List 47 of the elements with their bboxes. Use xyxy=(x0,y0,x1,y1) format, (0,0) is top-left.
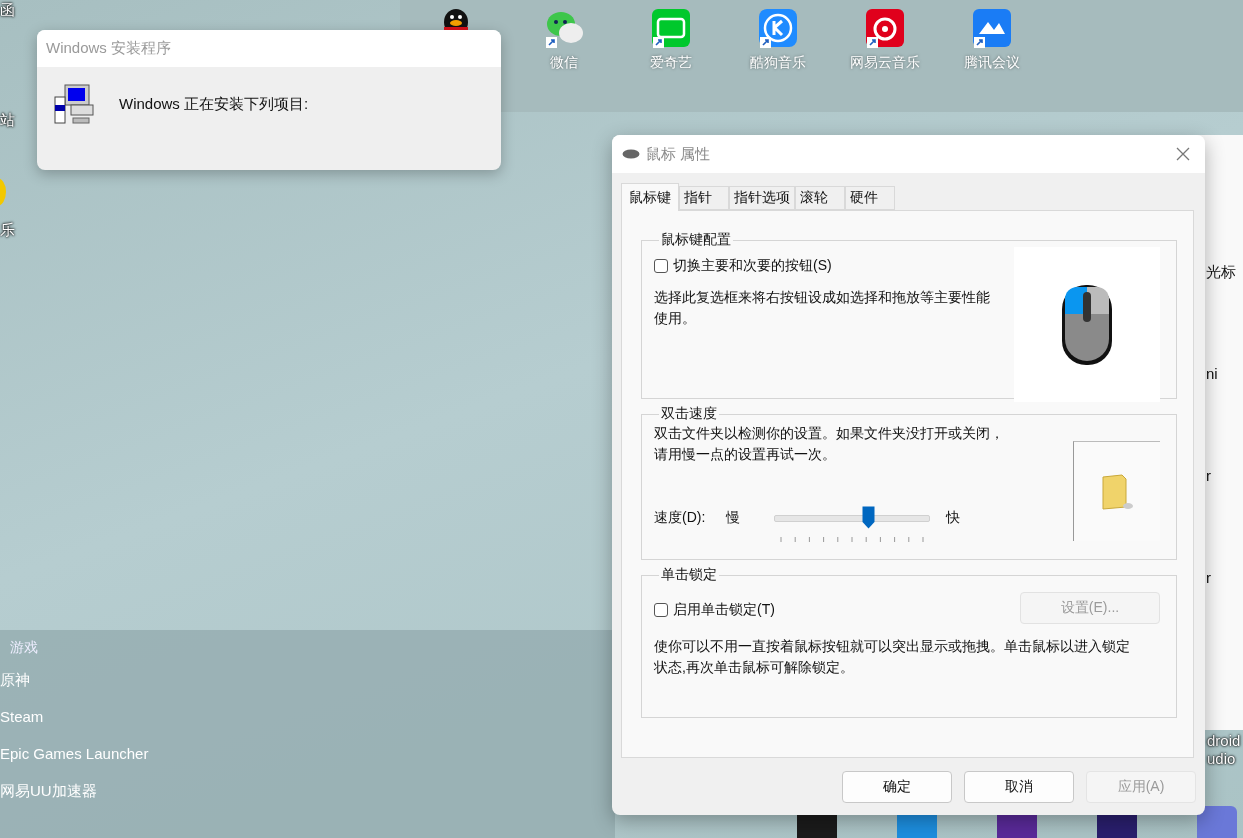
group-heading: 双击速度 xyxy=(660,405,718,423)
slider-thumb[interactable] xyxy=(861,506,875,529)
group-heading: 鼠标键配置 xyxy=(660,231,732,249)
window-text: r xyxy=(1206,568,1211,588)
group-heading: 单击锁定 xyxy=(660,566,718,584)
tab[interactable]: 指针选项 xyxy=(729,186,795,210)
tab[interactable]: 滚轮 xyxy=(795,186,845,210)
shortcut-label[interactable]: 微信 xyxy=(549,54,578,72)
tab[interactable]: 鼠标键 xyxy=(621,183,679,211)
desktop-icon-label[interactable]: 乐 xyxy=(0,220,15,240)
shortcut-label[interactable]: 腾讯会议 xyxy=(963,54,1020,72)
app-list-item[interactable]: Steam xyxy=(0,707,44,744)
shortcut-label[interactable]: 爱奇艺 xyxy=(649,54,692,72)
window-title: Windows 安装程序 xyxy=(46,39,172,58)
video-app-icon[interactable] xyxy=(650,8,691,48)
checkbox[interactable]: 启用单击锁定(T) xyxy=(654,601,775,619)
desktop-icon-label[interactable]: 函 xyxy=(0,0,15,20)
desktop-icon-label[interactable]: 站 xyxy=(0,110,15,130)
speed-label: 速度(D): xyxy=(654,509,707,527)
k-music-icon[interactable] xyxy=(757,8,798,48)
checkbox[interactable]: 切换主要和次要的按钮(S) xyxy=(654,257,832,275)
app-list-item[interactable]: 网易UU加速器 xyxy=(0,781,97,818)
description-text: 双击文件夹以检测你的设置。如果文件夹没打开或关闭，请用慢一点的设置再试一次。 xyxy=(654,424,1004,464)
description-text: 使你可以不用一直按着鼠标按钮就可以突出显示或拖拽。单击鼠标以进入锁定状态,再次单击鼠标可解除锁定。 xyxy=(654,637,1131,677)
description-text: 选择此复选框来将右按钮设成如选择和拖放等主要性能使用。 xyxy=(654,288,991,328)
window-text: ni xyxy=(1206,364,1218,384)
mouse-icon xyxy=(622,149,640,159)
tab[interactable]: 指针 xyxy=(679,186,729,210)
music-app-icon[interactable] xyxy=(864,8,905,48)
window-text: 光标 xyxy=(1206,262,1236,282)
install-message: Windows 正在安装下列项目: xyxy=(119,94,309,114)
app-list-item[interactable]: 原神 xyxy=(0,670,30,707)
app-list-item[interactable]: Epic Games Launcher xyxy=(0,744,149,781)
fast-label: 快 xyxy=(946,509,960,527)
window-title: 鼠标 属性 xyxy=(646,144,712,164)
shortcut-label[interactable]: 网易云音乐 xyxy=(849,54,920,72)
desktop-icon-label[interactable]: droid xyxy=(1207,732,1241,750)
shortcut-label[interactable]: 酷狗音乐 xyxy=(749,54,806,72)
slow-label: 慢 xyxy=(726,509,740,527)
dialog-button[interactable]: 确定 xyxy=(842,771,952,803)
group-heading: 游戏 xyxy=(10,639,38,657)
meeting-app-icon[interactable] xyxy=(971,8,1012,48)
window-text: r xyxy=(1206,466,1211,486)
tab[interactable]: 硬件 xyxy=(845,186,895,210)
computer-setup-icon xyxy=(53,83,95,125)
desktop-icon-label[interactable]: udio xyxy=(1207,750,1236,768)
dialog-button[interactable]: 取消 xyxy=(964,771,1074,803)
